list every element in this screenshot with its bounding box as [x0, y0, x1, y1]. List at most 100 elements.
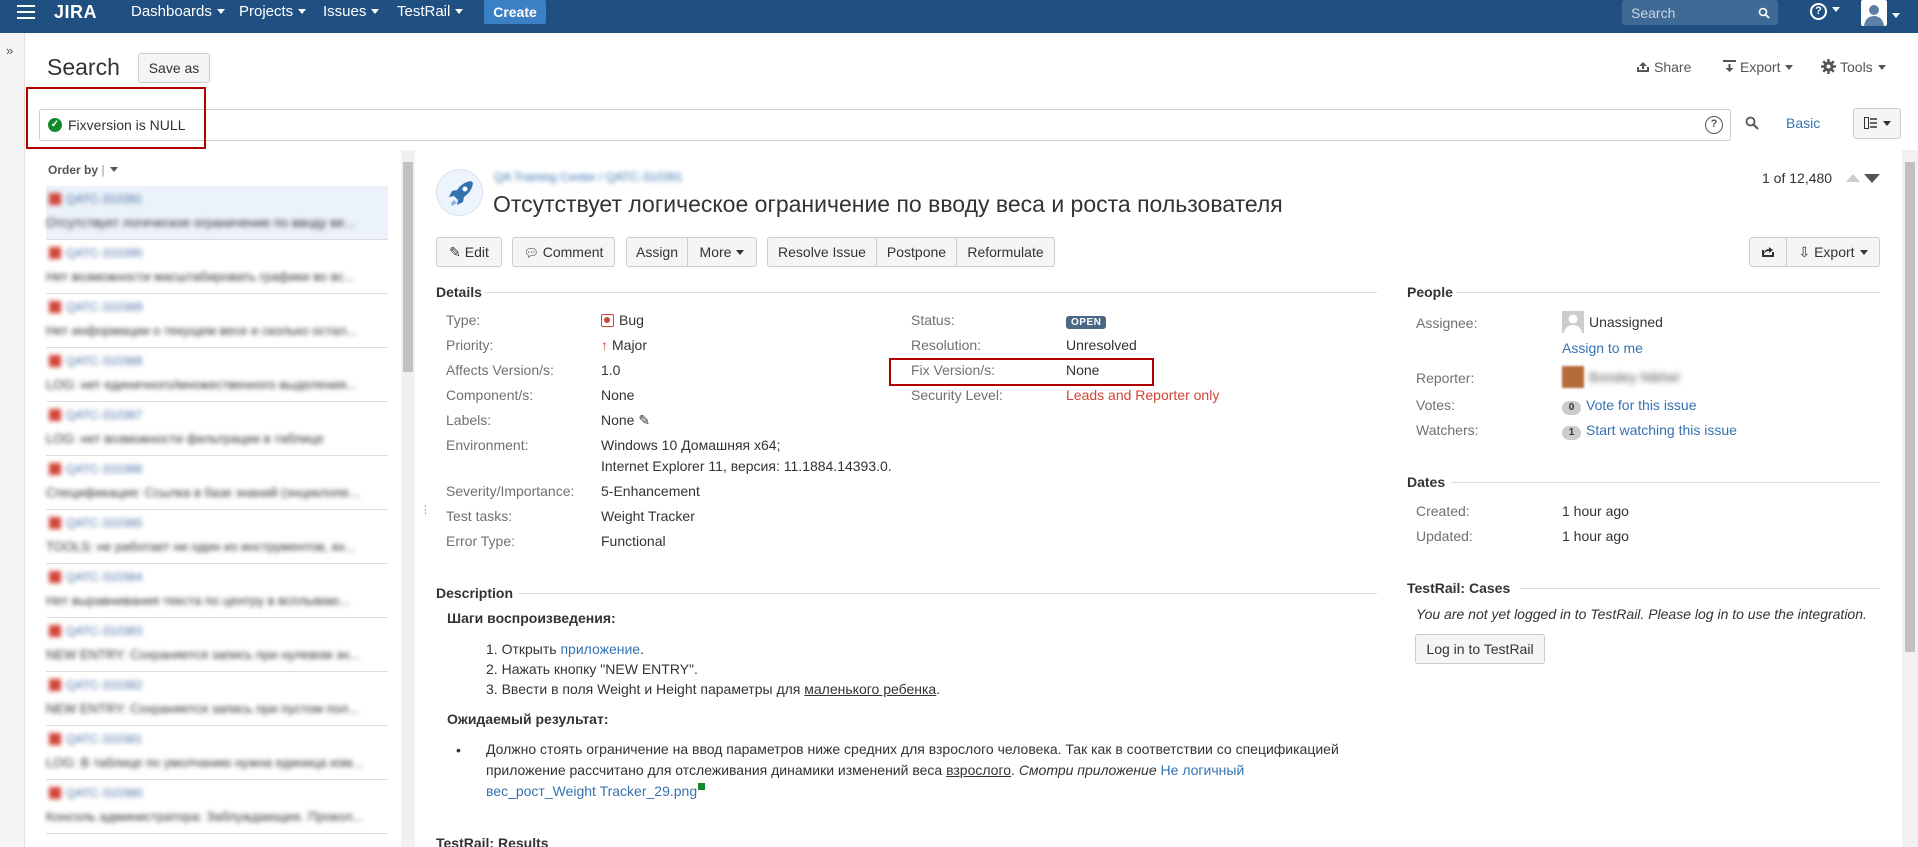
divider — [1451, 482, 1880, 483]
user-avatar[interactable] — [1861, 0, 1900, 29]
nav-issues[interactable]: Issues — [323, 0, 380, 33]
previous-issue-icon[interactable] — [1846, 174, 1860, 182]
resolve-issue-button[interactable]: Resolve Issue — [767, 237, 877, 267]
export-menu[interactable]: Export — [1723, 59, 1794, 75]
vote-link[interactable]: Vote for this issue — [1586, 397, 1697, 413]
nav-projects[interactable]: Projects — [239, 0, 307, 33]
save-as-button[interactable]: Save as — [138, 53, 210, 83]
issue-key: QATC-310391 — [46, 192, 382, 206]
assignee-label: Assignee: — [1416, 315, 1478, 331]
reformulate-button[interactable]: Reformulate — [956, 237, 1055, 267]
layout-switcher-button[interactable] — [1853, 108, 1901, 139]
breadcrumb[interactable]: QA Training Center / QATC-310391 — [494, 170, 683, 184]
export-icon: ⇩ — [1798, 244, 1811, 260]
expected-title: Ожидаемый результат: — [447, 711, 609, 727]
list-scrollbar[interactable] — [401, 150, 415, 847]
status-value: OPEN — [1066, 312, 1107, 329]
quick-search[interactable] — [1622, 0, 1778, 25]
list-item[interactable]: QATC-310386 Спецификация: Ссылка в базе з… — [46, 456, 388, 510]
created-label: Created: — [1416, 503, 1470, 519]
divider — [518, 593, 1377, 594]
pencil-icon: ✎ — [449, 244, 461, 260]
comment-button[interactable]: 💬︎ Comment — [512, 237, 615, 267]
issue-key: QATC-310387 — [46, 408, 382, 422]
issue-key: QATC-310380 — [46, 786, 382, 800]
syntax-help-icon[interactable]: ? — [1705, 116, 1723, 134]
basic-search-link[interactable]: Basic — [1786, 115, 1820, 131]
labels-value[interactable]: None ✎ — [601, 412, 650, 429]
list-item[interactable]: QATC-310383 NEW ENTRY: Сохраняется запись… — [46, 618, 388, 672]
jira-logo[interactable]: JIRA — [54, 2, 97, 23]
search-icon[interactable] — [1758, 6, 1770, 22]
votes-label: Votes: — [1416, 397, 1455, 413]
list-item[interactable]: QATC-310390 Нет возможности масштабироват… — [46, 240, 388, 294]
list-item[interactable]: QATC-310382 NEW ENTRY: Сохраняется запись… — [46, 672, 388, 726]
jql-query-input[interactable]: ✓ Fixversion is NULL ? — [39, 109, 1731, 141]
error-type-value: Functional — [601, 533, 666, 549]
issue-list-pane: Order by | QATC-310391 Отсутствует логиче… — [39, 150, 415, 847]
list-item[interactable]: QATC-310380 Консоль администратора: Заблу… — [46, 780, 388, 834]
list-item[interactable]: QATC-310388 LOG: нет единичного/множестве… — [46, 348, 388, 402]
list-item[interactable]: QATC-310387 LOG: нет возможности фильтрац… — [46, 402, 388, 456]
issue-key: QATC-310386 — [46, 462, 382, 476]
issue-summary: LOG: нет единичного/множественного выдел… — [46, 377, 358, 392]
highlight-box — [889, 358, 1154, 386]
resize-handle[interactable]: ⋮ — [420, 503, 431, 516]
issue-export-button[interactable]: ⇩ Export — [1786, 237, 1880, 267]
next-issue-icon[interactable] — [1864, 174, 1880, 183]
order-by-menu[interactable]: Order by | — [48, 163, 118, 177]
rocket-icon — [449, 181, 473, 206]
nav-testrail[interactable]: TestRail — [397, 0, 464, 33]
help-icon[interactable]: ? — [1810, 2, 1840, 20]
issue-summary: Консоль администратора: Заблуждающее. Пр… — [46, 809, 364, 824]
list-item[interactable]: QATC-310381 LOG: В таблице по умолчанию н… — [46, 726, 388, 780]
share-button[interactable] — [1749, 237, 1787, 267]
attachment-link[interactable]: вес_рост_Weight Tracker_29.png — [486, 783, 697, 799]
share-button[interactable]: Share — [1636, 59, 1691, 75]
sidebar-expand[interactable]: » — [0, 33, 25, 847]
avatar — [1562, 311, 1584, 333]
watchers-value: 1 Start watching this issue — [1562, 422, 1737, 440]
quick-search-input[interactable] — [1622, 0, 1778, 25]
menu-icon[interactable] — [17, 5, 35, 19]
list-item[interactable]: QATC-310389 Нет информации о текущем весе… — [46, 294, 388, 348]
security-level-label: Security Level: — [911, 387, 1003, 403]
more-button[interactable]: More — [687, 237, 757, 267]
postpone-button[interactable]: Postpone — [876, 237, 957, 267]
assign-to-me-link[interactable]: Assign to me — [1562, 340, 1643, 356]
tools-menu[interactable]: Tools — [1821, 59, 1886, 75]
severity-value: 5-Enhancement — [601, 483, 700, 499]
testrail-cases-heading: TestRail: Cases — [1407, 580, 1511, 596]
share-icon — [1637, 62, 1649, 72]
project-avatar — [436, 169, 483, 216]
assign-button[interactable]: Assign — [626, 237, 688, 267]
reporter-value[interactable]: Bondey Nikhel — [1562, 366, 1679, 388]
app-link[interactable]: приложение — [560, 641, 640, 657]
page-scrollbar[interactable] — [1902, 150, 1918, 847]
search-icon[interactable] — [1745, 116, 1759, 133]
severity-label: Severity/Importance: — [446, 483, 575, 499]
watch-link[interactable]: Start watching this issue — [1586, 422, 1737, 438]
testrail-login-button[interactable]: Log in to TestRail — [1415, 634, 1545, 664]
environment-line-2: Internet Explorer 11, версия: 11.1884.14… — [601, 458, 892, 474]
list-item[interactable]: QATC-310385 TOOLS: не работает ни один из… — [46, 510, 388, 564]
issue-key: QATC-310383 — [46, 624, 382, 638]
double-chevron-right-icon[interactable]: » — [6, 43, 13, 58]
people-heading: People — [1407, 284, 1453, 300]
edit-button[interactable]: ✎ Edit — [436, 237, 502, 267]
list-item[interactable]: QATC-310384 Нет выравнивания текста по це… — [46, 564, 388, 618]
attachment-link[interactable]: Не логичный — [1157, 762, 1245, 778]
pencil-icon[interactable]: ✎ — [638, 412, 650, 428]
priority-value: ↑ Major — [601, 337, 648, 353]
watchers-label: Watchers: — [1416, 422, 1479, 438]
nav-dashboards[interactable]: Dashboards — [131, 0, 225, 33]
assignee-value: Unassigned — [1562, 311, 1663, 333]
resolution-label: Resolution: — [911, 337, 982, 353]
create-button[interactable]: Create — [484, 0, 546, 24]
issue-summary: Нет возможности масштабировать графики в… — [46, 269, 355, 284]
issue-summary: Отсутствует логическое ограничение по вв… — [46, 215, 356, 230]
updated-label: Updated: — [1416, 528, 1473, 544]
error-type-label: Error Type: — [446, 533, 515, 549]
list-item[interactable]: QATC-310391 Отсутствует логическое ограни… — [46, 186, 388, 240]
dates-heading: Dates — [1407, 474, 1446, 490]
